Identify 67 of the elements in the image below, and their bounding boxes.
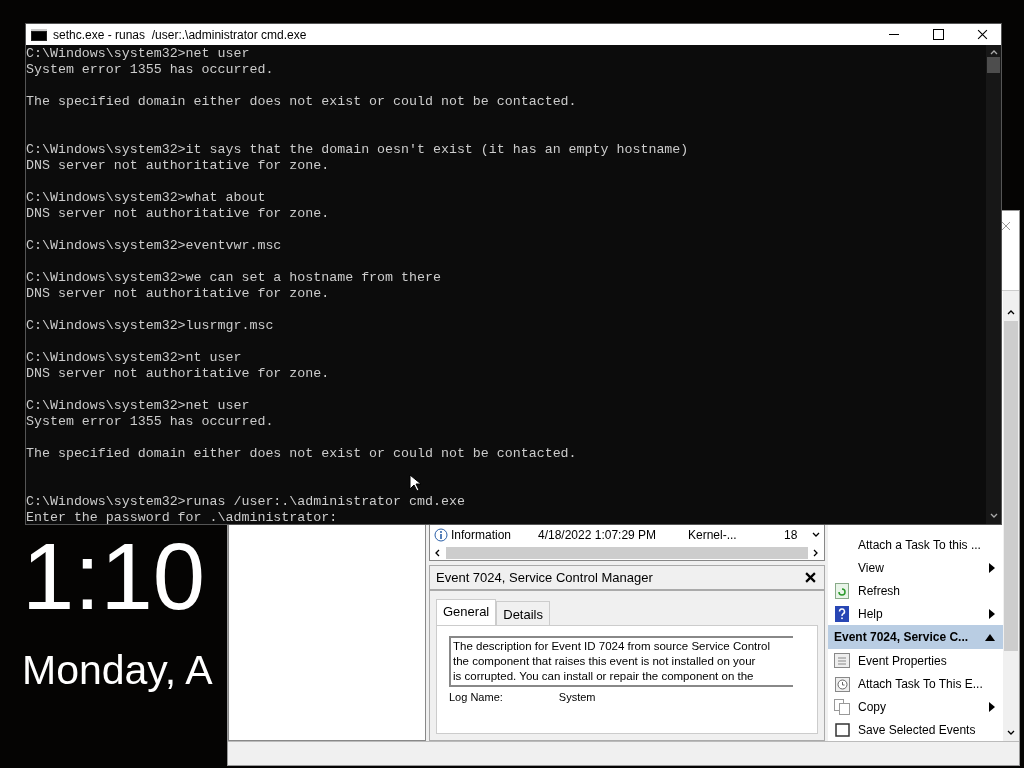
description-line: The description for Event ID 7024 from source Service Control [453,639,772,654]
scroll-down-icon[interactable] [1007,729,1015,737]
clock-icon [834,675,850,692]
scroll-down-icon[interactable] [989,512,998,520]
close-icon[interactable] [976,29,988,40]
console-line: DNS server not authoritative for zone. [26,286,331,302]
console-line: DNS server not authoritative for zone. [26,206,331,222]
close-icon[interactable] [805,572,816,583]
event-date[interactable]: 4/18/2022 1:07:29 PM [538,528,688,542]
maximize-icon[interactable] [932,29,944,40]
console-line: C:\Windows\system32>runas /user:.\administrator cmd.exe [26,494,466,510]
console-line: C:\Windows\system32>net user [26,46,251,62]
detail-title: Event 7024, Service Control Manager [436,570,653,585]
scrollbar-thumb[interactable] [987,57,1000,73]
info-icon [434,528,448,542]
scroll-right-icon[interactable] [812,549,820,557]
action-item[interactable]: Attach a Task To this ... [828,533,1003,556]
detail-tab[interactable]: Details [496,601,550,625]
action-item[interactable]: Copy [828,695,1003,718]
console-line: DNS server not authoritative for zone. [26,366,331,382]
actions-section-header[interactable]: Event 7024, Service C... [828,625,1003,649]
save-icon [834,722,850,737]
action-item[interactable]: Save Selected Events [828,718,1003,741]
action-item[interactable]: Refresh [828,579,1003,602]
field-value: System [558,691,596,703]
help-icon [835,605,849,622]
console-line: C:\Windows\system32>what about [26,190,267,206]
action-item[interactable]: Help [828,602,1003,625]
console-line: C:\Windows\system32>nt user [26,350,243,366]
description-line: the component that raises this event is not installed on your [453,654,757,669]
document-icon [834,653,850,668]
clock-time: 1:10 [22,530,205,624]
console-line: C:\Windows\system32>we can set a hostname from there [26,270,442,286]
event-source[interactable]: Kernel-... [688,528,784,542]
console-icon [31,28,47,41]
console-line: Enter the password for .\administrator: [26,510,339,524]
close-icon[interactable] [1001,221,1011,231]
event-level[interactable]: Information [434,528,538,542]
scrollbar-thumb[interactable] [1004,321,1018,651]
scroll-up-icon[interactable] [1007,309,1015,317]
scroll-down-icon[interactable] [812,531,820,539]
clock-date: Monday, A [22,648,213,694]
copy-icon [834,698,850,715]
action-item[interactable]: Attach Task To This E... [828,672,1003,695]
scrollbar-thumb[interactable] [446,547,808,559]
console-line: The specified domain either does not exist or could not be contacted. [26,446,578,462]
scroll-up-icon[interactable] [989,49,998,57]
console-line: DNS server not authoritative for zone. [26,158,331,174]
console-line: The specified domain either does not exist or could not be contacted. [26,94,578,110]
scroll-left-icon[interactable] [434,549,442,557]
action-item[interactable]: View [828,556,1003,579]
console-line: C:\Windows\system32>eventvwr.msc [26,238,283,254]
minimize-icon[interactable] [889,33,899,36]
description-line: is corrupted. You can install or repair the component on the [453,669,755,684]
event-id[interactable]: 18 [784,528,812,542]
field-label: Log Name: [449,691,503,703]
console-line: System error 1355 has occurred. [26,414,275,430]
window-title: sethc.exe - runas /user:.\administrator cmd.exe [53,27,308,42]
detail-tab[interactable]: General [436,599,497,625]
console-line: System error 1355 has occurred. [26,62,275,78]
mouse-pointer-icon [409,474,421,492]
refresh-icon [835,582,849,599]
console-line: C:\Windows\system32>lusrmgr.msc [26,318,275,334]
collapse-triangle-icon[interactable] [985,633,995,641]
console-line: C:\Windows\system32>it says that the domain oesn't exist (it has an empty hostname) [26,142,690,158]
console-line: C:\Windows\system32>net user [26,398,251,414]
action-item[interactable]: Event Properties [828,649,1003,672]
